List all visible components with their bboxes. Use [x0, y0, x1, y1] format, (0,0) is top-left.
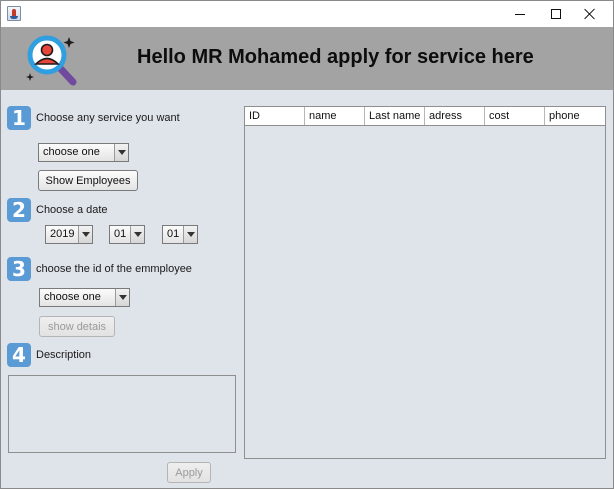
show-details-button[interactable]: show detais: [39, 316, 115, 337]
chevron-down-icon[interactable]: [114, 144, 128, 161]
column-header-phone[interactable]: phone: [545, 107, 605, 125]
app-window: Hello MR Mohamed apply for service here …: [0, 0, 614, 489]
column-header-id[interactable]: ID: [245, 107, 305, 125]
employee-id-select[interactable]: choose one: [39, 288, 130, 307]
month-select[interactable]: 01: [109, 225, 145, 244]
search-user-icon: [26, 35, 77, 86]
close-icon: [584, 8, 596, 20]
close-button[interactable]: [567, 1, 613, 27]
maximize-icon: [551, 9, 561, 19]
description-textarea[interactable]: [8, 375, 236, 453]
java-app-icon: [7, 6, 21, 21]
column-header-last-name[interactable]: Last name: [365, 107, 425, 125]
page-title: Hello MR Mohamed apply for service here: [137, 46, 534, 68]
employees-table[interactable]: ID name Last name adress cost phone: [244, 106, 606, 459]
step-1-label: Choose any service you want: [36, 112, 180, 124]
month-select-value: 01: [114, 228, 127, 240]
step-4-label: Description: [36, 349, 92, 361]
employee-id-select-value: choose one: [44, 291, 101, 303]
step-4-badge: 4: [7, 343, 31, 367]
column-header-name[interactable]: name: [305, 107, 365, 125]
show-employees-button[interactable]: Show Employees: [38, 170, 138, 191]
apply-button[interactable]: Apply: [167, 462, 211, 483]
day-select[interactable]: 01: [162, 225, 198, 244]
service-select[interactable]: choose one: [38, 143, 129, 162]
chevron-down-icon[interactable]: [78, 226, 92, 243]
step-3-label: choose the id of the emmployee: [36, 263, 192, 275]
chevron-down-icon[interactable]: [130, 226, 144, 243]
header-banner: Hello MR Mohamed apply for service here: [1, 27, 613, 90]
table-header: ID name Last name adress cost phone: [245, 107, 605, 126]
year-select[interactable]: 2019: [45, 225, 93, 244]
title-bar: [1, 1, 613, 27]
day-select-value: 01: [167, 228, 180, 240]
year-select-value: 2019: [50, 228, 75, 240]
chevron-down-icon[interactable]: [115, 289, 129, 306]
column-header-cost[interactable]: cost: [485, 107, 545, 125]
chevron-down-icon[interactable]: [183, 226, 197, 243]
step-1-badge: 1: [7, 106, 31, 130]
column-header-adress[interactable]: adress: [425, 107, 485, 125]
step-3-badge: 3: [7, 257, 31, 281]
step-2-label: Choose a date: [36, 204, 108, 216]
minimize-icon: [515, 13, 525, 15]
service-select-value: choose one: [43, 146, 100, 158]
step-2-badge: 2: [7, 198, 31, 222]
